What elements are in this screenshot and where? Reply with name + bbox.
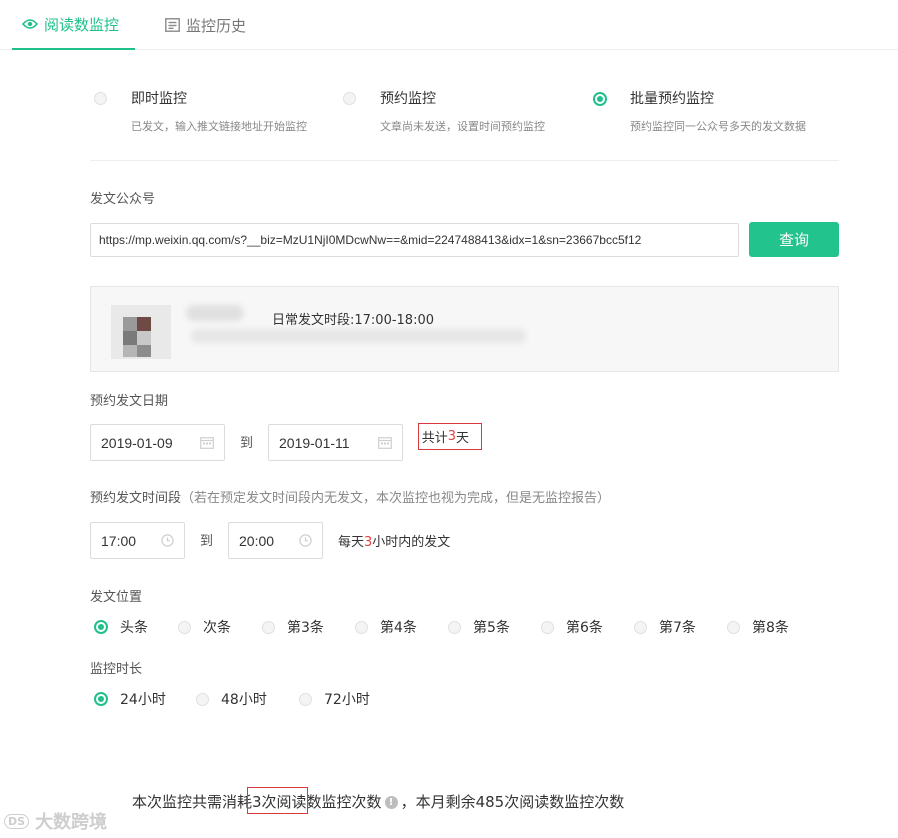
calendar-icon (200, 436, 214, 452)
position-radio[interactable] (448, 620, 461, 634)
total-days-badge: 共计 3 天 (418, 423, 482, 450)
tab-bar: 阅读数监控 监控历史 (0, 0, 898, 50)
clock-icon (161, 534, 174, 550)
mode-title: 预约监控 (380, 91, 436, 107)
mode-desc: 预约监控同一公众号多天的发文数据 (630, 120, 806, 133)
position-radio[interactable] (355, 620, 368, 634)
position-option-6[interactable]: 第6条 (541, 617, 603, 637)
account-label: 发文公众号 (90, 192, 156, 207)
position-radio[interactable] (541, 620, 554, 634)
end-time-picker[interactable]: 20:00 (228, 522, 323, 559)
blurred-account-desc (191, 329, 526, 343)
start-time-picker[interactable]: 17:00 (90, 522, 185, 559)
time-note: （若在预定发文时间段内无发文，本次监控也视为完成，但是无监控报告） (181, 491, 611, 506)
position-radio[interactable] (94, 620, 108, 634)
position-option-4[interactable]: 第4条 (355, 617, 417, 637)
duration-option-24h[interactable]: 24小时 (94, 689, 166, 709)
tab-label: 监控历史 (186, 16, 247, 35)
date-to-label: 到 (240, 436, 254, 451)
duration-option-48h[interactable]: 48小时 (196, 689, 267, 709)
calendar-icon (378, 436, 392, 452)
position-option-7[interactable]: 第7条 (634, 617, 696, 637)
position-option-2[interactable]: 次条 (178, 617, 231, 637)
eye-icon (22, 18, 38, 30)
option-label: 72小时 (324, 692, 370, 708)
position-radio[interactable] (634, 620, 647, 634)
option-label: 24小时 (120, 692, 166, 708)
position-option-8[interactable]: 第8条 (727, 617, 789, 637)
total-suffix: 天 (455, 431, 469, 446)
summary-part1: 本次监控共需消耗 (132, 793, 253, 811)
total-prefix: 共计 (421, 431, 448, 446)
account-card: 日常发文时段:17:00-18:00 (90, 286, 839, 372)
blurred-account-name (186, 305, 244, 321)
option-label: 第6条 (566, 620, 603, 636)
option-label: 头条 (120, 620, 148, 636)
summary-part2: ，本月剩余485次阅读数监控次数 (400, 793, 625, 811)
info-icon[interactable]: ! (384, 796, 398, 809)
daily-hours-text: 每天3小时内的发文 (338, 531, 450, 550)
position-radio[interactable] (262, 620, 275, 634)
start-date-picker[interactable]: 2019-01-09 (90, 424, 225, 461)
duration-radio[interactable] (94, 692, 108, 706)
watermark-text: 大数跨境 (35, 812, 108, 833)
duration-radio[interactable] (299, 692, 312, 706)
start-date-value: 2019-01-09 (101, 434, 173, 451)
option-label: 第7条 (659, 620, 696, 636)
mode-desc: 文章尚未发送，设置时间预约监控 (380, 120, 545, 133)
option-label: 次条 (203, 620, 231, 636)
clock-icon (299, 534, 312, 550)
end-date-picker[interactable]: 2019-01-11 (268, 424, 403, 461)
start-time-value: 17:00 (101, 532, 137, 549)
option-label: 48小时 (221, 692, 267, 708)
daily-post-time: 日常发文时段:17:00-18:00 (272, 313, 434, 328)
mode-instant-radio[interactable] (94, 92, 107, 105)
query-button[interactable]: 查询 (749, 222, 839, 257)
mode-desc: 已发文，输入推文链接地址开始监控 (131, 120, 307, 133)
duration-radio[interactable] (196, 692, 209, 706)
article-url-input[interactable]: https://mp.weixin.qq.com/s?__biz=MzU1NjI… (90, 223, 739, 257)
usage-summary: 本次监控共需消耗3次阅读数监控次数! ，本月剩余485次阅读数监控次数 (132, 791, 624, 812)
time-label: 预约发文时间段（若在预定发文时间段内无发文，本次监控也视为完成，但是无监控报告） (90, 487, 610, 506)
duration-label: 监控时长 (90, 662, 143, 677)
position-option-5[interactable]: 第5条 (448, 617, 510, 637)
option-label: 第4条 (380, 620, 417, 636)
watermark-logo: DS (4, 813, 30, 829)
date-label: 预约发文日期 (90, 394, 169, 409)
mode-title: 批量预约监控 (630, 91, 714, 107)
option-label: 第5条 (473, 620, 510, 636)
position-radio[interactable] (727, 620, 740, 634)
tab-label: 阅读数监控 (44, 15, 120, 34)
time-to-label: 到 (200, 534, 214, 549)
end-time-value: 20:00 (239, 532, 275, 549)
duration-option-72h[interactable]: 72小时 (299, 689, 370, 709)
position-label: 发文位置 (90, 590, 143, 605)
divider (90, 160, 839, 161)
position-option-1[interactable]: 头条 (94, 617, 148, 637)
history-list-icon (165, 18, 180, 32)
mode-title: 即时监控 (131, 91, 187, 107)
avatar (111, 305, 171, 359)
option-label: 第3条 (287, 620, 324, 636)
daily-suffix: 小时内的发文 (372, 535, 451, 550)
option-label: 第8条 (752, 620, 789, 636)
consume-highlight-box (247, 787, 308, 814)
end-date-value: 2019-01-11 (279, 434, 350, 451)
mode-scheduled-radio[interactable] (343, 92, 356, 105)
daily-prefix: 每天 (338, 535, 365, 550)
time-label-text: 预约发文时间段 (90, 491, 182, 506)
position-radio[interactable] (178, 620, 191, 634)
watermark: DS 大数跨境 (4, 808, 107, 834)
tab-read-monitor[interactable]: 阅读数监控 (12, 0, 135, 50)
tab-monitor-history[interactable]: 监控历史 (165, 0, 246, 50)
total-days: 3 (447, 429, 456, 444)
mode-batch-radio[interactable] (593, 92, 607, 106)
position-option-3[interactable]: 第3条 (262, 617, 324, 637)
